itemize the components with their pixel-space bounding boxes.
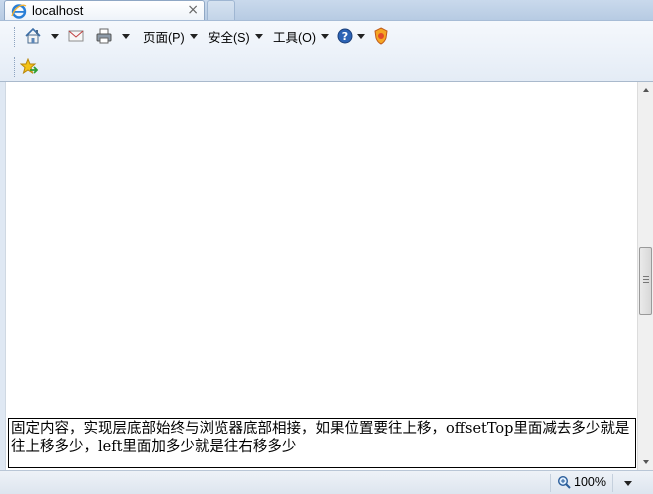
chevron-down-icon[interactable] <box>624 481 632 486</box>
tab-strip: localhost × <box>0 0 653 21</box>
vertical-scrollbar[interactable] <box>637 82 653 470</box>
chevron-down-icon[interactable] <box>122 33 130 39</box>
page-menu-button[interactable]: 页面(P) <box>143 25 198 47</box>
toolbar-grip <box>14 57 17 77</box>
feeds-button[interactable] <box>68 25 84 47</box>
research-button[interactable] <box>373 25 389 47</box>
safety-menu-button[interactable]: 安全(S) <box>208 25 263 47</box>
tab-title: localhost <box>32 3 84 18</box>
scrollbar-thumb[interactable] <box>639 247 652 315</box>
fixed-bottom-layer: 固定内容，实现层底部始终与浏览器底部相接，如果位置要往上移，offsetTop里… <box>8 418 636 468</box>
chevron-down-icon <box>357 33 365 39</box>
home-button[interactable] <box>24 25 59 47</box>
tools-menu-button[interactable]: 工具(O) <box>273 25 330 47</box>
help-button[interactable]: ? <box>337 25 365 47</box>
print-button[interactable] <box>95 25 130 47</box>
svg-text:?: ? <box>342 30 348 43</box>
toolbar-grip <box>14 27 17 47</box>
status-separator <box>550 474 551 492</box>
ie-logo-icon <box>11 4 27 19</box>
status-bar: 100% <box>0 470 653 494</box>
close-tab-icon[interactable]: × <box>187 2 199 18</box>
status-separator <box>612 474 613 492</box>
zoom-level: 100% <box>574 475 606 489</box>
zoom-button[interactable]: 100% <box>557 475 606 489</box>
tools-menu-label: 工具(O) <box>273 30 317 45</box>
home-icon <box>25 27 41 44</box>
arrow-up-icon <box>642 88 649 92</box>
add-favorites-icon[interactable] <box>20 58 38 76</box>
help-icon: ? <box>337 28 353 44</box>
page-viewport: 固定内容，实现层底部始终与浏览器底部相接，如果位置要往上移，offsetTop里… <box>5 82 638 470</box>
zoom-icon <box>557 475 571 489</box>
chevron-down-icon <box>321 33 330 39</box>
scroll-up-button[interactable] <box>638 82 653 98</box>
scroll-down-button[interactable] <box>638 454 653 470</box>
printer-icon <box>96 28 112 44</box>
chevron-down-icon <box>254 33 263 39</box>
new-tab-button[interactable] <box>207 0 235 20</box>
chevron-down-icon[interactable] <box>51 33 59 39</box>
mail-icon <box>68 30 84 42</box>
arrow-down-icon <box>642 460 649 464</box>
chevron-down-icon <box>189 33 198 39</box>
command-bar: 页面(P) 安全(S) 工具(O) ? <box>0 21 653 82</box>
shield-icon <box>374 27 388 45</box>
tab-localhost[interactable]: localhost × <box>4 0 205 20</box>
thumb-grip <box>643 276 649 284</box>
safety-menu-label: 安全(S) <box>208 30 250 45</box>
page-menu-label: 页面(P) <box>143 30 185 45</box>
